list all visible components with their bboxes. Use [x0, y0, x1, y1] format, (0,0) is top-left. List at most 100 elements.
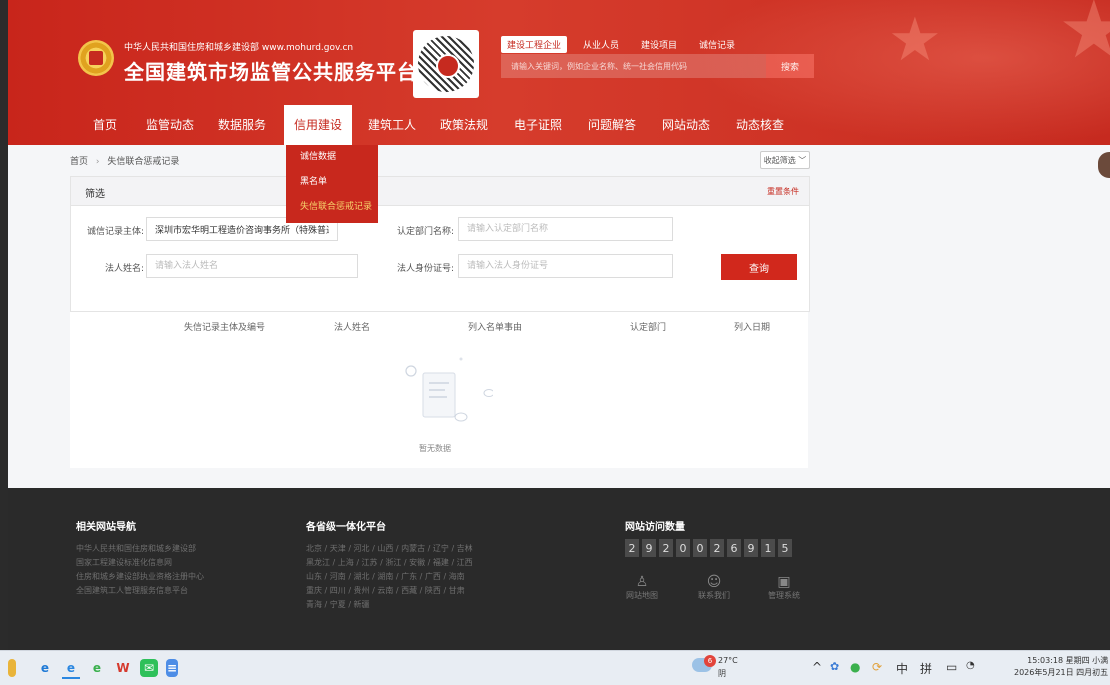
province-links[interactable]: 黑龙江 / 上海 / 江苏 / 浙江 / 安徽 / 福建 / 江西: [306, 557, 473, 568]
clock-time: 15:03:18 星期四 小满: [1027, 656, 1109, 665]
weather-badge: 6: [704, 655, 716, 667]
breadcrumb-current: 失信联合惩戒记录: [107, 157, 180, 167]
menu-item-blacklist[interactable]: 黑名单: [286, 170, 378, 195]
legal-name-input[interactable]: [146, 254, 358, 278]
column-subject: 失信记录主体及编号: [184, 323, 266, 333]
filter-panel: 筛选 重置条件: [70, 176, 810, 312]
tray-app-icon[interactable]: ✿: [830, 660, 839, 673]
footer-nav-title: 相关网站导航: [76, 522, 136, 533]
system-clock[interactable]: 15:03:18 星期四 小满 2026年5月21日 四月初五: [1014, 655, 1108, 679]
ime-mode-chinese[interactable]: 中: [896, 660, 908, 677]
menu-item-joint-punishment[interactable]: 失信联合惩戒记录: [286, 195, 378, 220]
empty-data-text: 暂无数据: [419, 444, 451, 453]
visit-digit: 6: [727, 539, 741, 557]
admin-link[interactable]: ▣ 管理系统: [760, 574, 808, 601]
floating-avatar[interactable]: [1098, 152, 1110, 178]
sitemap-label: 网站地图: [626, 591, 658, 600]
visit-counter: 2 9 2 0 0 2 6 9 1 5: [625, 539, 792, 557]
wps-office-icon[interactable]: W: [114, 659, 132, 677]
search-button[interactable]: 搜索: [766, 54, 814, 78]
footer-link[interactable]: 国家工程建设标准化信息网: [76, 557, 172, 568]
file-explorer-icon[interactable]: [8, 659, 16, 677]
nav-regulatory-news[interactable]: 监管动态: [140, 105, 200, 145]
search-tab-project[interactable]: 建设项目: [635, 36, 683, 53]
query-button[interactable]: 查询: [721, 254, 797, 280]
decor-star: ★: [888, 5, 942, 75]
contact-link[interactable]: ☺ 联系我们: [690, 574, 738, 601]
sitemap-link[interactable]: ♙ 网站地图: [620, 574, 664, 601]
visit-digit: 5: [778, 539, 792, 557]
filter-title: 筛选: [85, 189, 105, 200]
visit-digit: 2: [710, 539, 724, 557]
network-icon[interactable]: ▭: [946, 660, 957, 674]
sitemap-icon: ♙: [635, 574, 649, 590]
footer-province-title: 各省级一体化平台: [306, 522, 386, 533]
browser360-icon[interactable]: e: [88, 659, 106, 677]
chat-icon: ☺: [706, 574, 722, 590]
column-date: 列入日期: [734, 323, 771, 333]
province-links[interactable]: 山东 / 河南 / 湖北 / 湖南 / 广东 / 广西 / 海南: [306, 571, 465, 582]
contact-label: 联系我们: [698, 591, 730, 600]
column-department: 认定部门: [630, 323, 667, 333]
nav-site-news[interactable]: 网站动态: [656, 105, 716, 145]
province-links[interactable]: 北京 / 天津 / 河北 / 山西 / 内蒙古 / 辽宁 / 吉林: [306, 543, 473, 554]
nav-policy[interactable]: 政策法规: [434, 105, 494, 145]
nav-home[interactable]: 首页: [80, 105, 130, 145]
search-tab-enterprise[interactable]: 建设工程企业: [501, 36, 568, 53]
id-number-label: 法人身份证号:: [396, 264, 454, 274]
search-tab-personnel[interactable]: 从业人员: [577, 36, 625, 53]
footer-link[interactable]: 中华人民共和国住房和城乡建设部: [76, 543, 196, 554]
visit-digit: 9: [642, 539, 656, 557]
nav-faq[interactable]: 问题解答: [582, 105, 642, 145]
edge-browser-icon[interactable]: e: [36, 659, 54, 677]
nav-credit-building[interactable]: 信用建设: [284, 105, 352, 145]
nav-e-certificate[interactable]: 电子证照: [508, 105, 568, 145]
province-links[interactable]: 青海 / 宁夏 / 新疆: [306, 599, 370, 610]
monitor-icon: ▣: [777, 574, 791, 590]
clock-date: 2026年5月21日 四月初五: [1014, 668, 1109, 677]
tray-expand-icon[interactable]: ^: [812, 660, 822, 674]
ime-pinyin[interactable]: 拼: [920, 660, 932, 677]
visit-digit: 2: [659, 539, 673, 557]
temperature: 27°C: [718, 656, 738, 665]
tray-sync-icon[interactable]: ⟳: [872, 660, 882, 674]
dept-label: 认定部门名称:: [396, 227, 454, 237]
legal-name-label: 法人姓名:: [104, 264, 144, 274]
breadcrumb-home[interactable]: 首页: [70, 157, 88, 167]
reset-filter-link[interactable]: 重置条件: [767, 186, 799, 197]
window-frame: [0, 0, 8, 684]
notepad-icon[interactable]: ≡: [166, 659, 178, 677]
site-subtitle: 中华人民共和国住房和城乡建设部 www.mohurd.gov.cn: [124, 43, 354, 53]
province-links[interactable]: 重庆 / 四川 / 贵州 / 云南 / 西藏 / 陕西 / 甘肃: [306, 585, 465, 596]
breadcrumb: 首页 › 失信联合惩戒记录: [70, 154, 179, 167]
volume-icon[interactable]: ◔: [966, 660, 975, 671]
filter-panel-header: 筛选 重置条件: [71, 177, 809, 206]
browser-page: ★ ★ 中华人民共和国住房和城乡建设部 www.mohurd.gov.cn 全国…: [8, 0, 1110, 650]
column-legal-name: 法人姓名: [334, 323, 371, 333]
site-footer: 相关网站导航 中华人民共和国住房和城乡建设部 国家工程建设标准化信息网 住房和城…: [8, 488, 1110, 650]
menu-item-credit-data[interactable]: 诚信数据: [286, 145, 378, 170]
id-number-input[interactable]: [458, 254, 673, 278]
nav-data-service[interactable]: 数据服务: [212, 105, 272, 145]
nav-construction-workers[interactable]: 建筑工人: [362, 105, 422, 145]
tray-360-icon[interactable]: ●: [850, 660, 860, 674]
national-emblem-logo: [78, 40, 114, 76]
dept-input[interactable]: [458, 217, 673, 241]
footer-link[interactable]: 住房和城乡建设部执业资格注册中心: [76, 571, 204, 582]
search-input[interactable]: [501, 54, 766, 78]
visit-digit: 0: [676, 539, 690, 557]
search-tab-credit[interactable]: 诚信记录: [693, 36, 741, 53]
site-title[interactable]: 全国建筑市场监管公共服务平台: [124, 56, 418, 85]
site-header: ★ ★ 中华人民共和国住房和城乡建设部 www.mohurd.gov.cn 全国…: [8, 0, 1110, 145]
visit-digit: 9: [744, 539, 758, 557]
footer-link[interactable]: 全国建筑工人管理服务信息平台: [76, 585, 188, 596]
admin-label: 管理系统: [768, 591, 800, 600]
subject-label: 诚信记录主体:: [86, 227, 144, 237]
empty-data-icon: [405, 357, 493, 422]
result-table-header: 失信记录主体及编号 法人姓名 列入名单事由 认定部门 列入日期: [70, 312, 808, 341]
nav-dynamic-check[interactable]: 动态核查: [730, 105, 790, 145]
collapse-filter-button[interactable]: 收起筛选 ﹀: [760, 151, 810, 169]
wechat-icon[interactable]: ✉: [140, 659, 158, 677]
ie-browser-icon[interactable]: e: [62, 659, 80, 679]
column-reason: 列入名单事由: [468, 323, 523, 333]
